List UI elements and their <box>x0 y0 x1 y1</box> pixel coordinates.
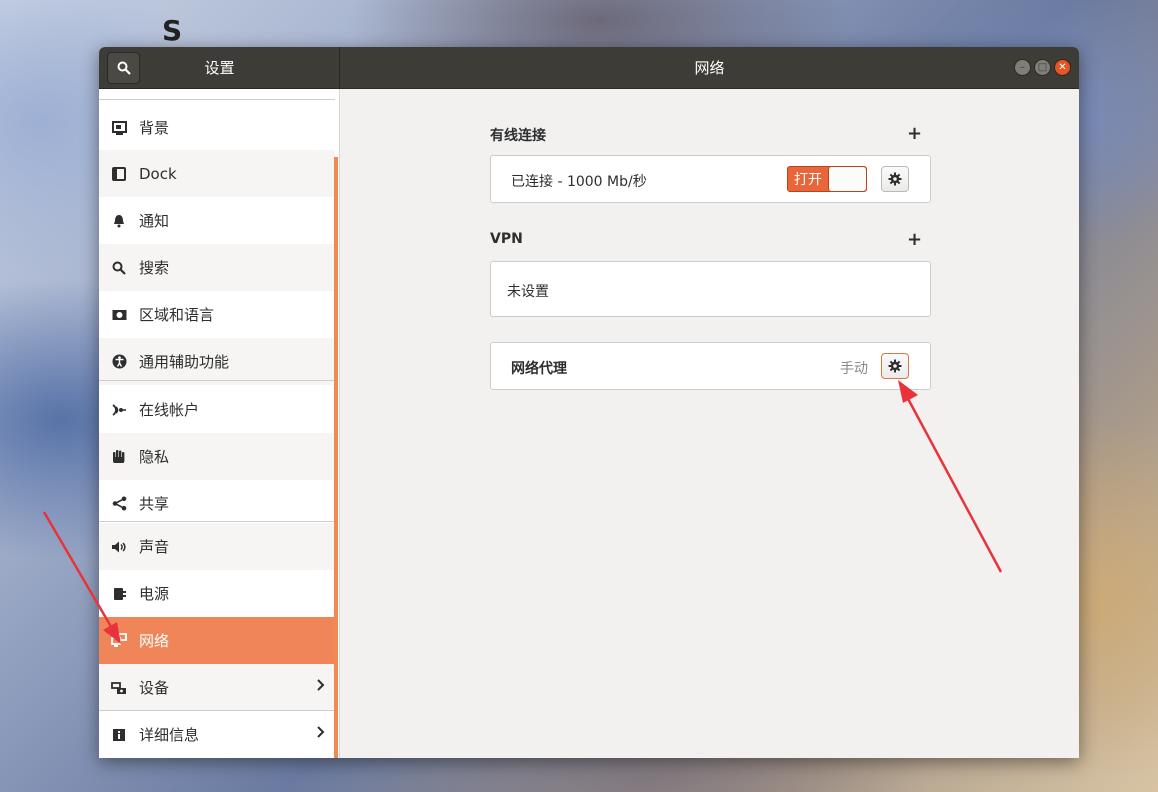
sidebar-item-label: 声音 <box>139 538 170 556</box>
divider <box>99 99 335 100</box>
sidebar-item-sharing[interactable]: 共享 <box>99 480 335 527</box>
sidebar-item-label: 设备 <box>139 679 170 697</box>
info-icon <box>111 727 127 743</box>
proxy-mode: 手动 <box>840 361 868 377</box>
proxy-title: 网络代理 <box>511 361 567 377</box>
online-accounts-icon <box>111 402 127 418</box>
proxy-card[interactable]: 网络代理 手动 <box>490 342 931 390</box>
sidebar-item-notifications[interactable]: 通知 <box>99 197 335 244</box>
sidebar-item-region[interactable]: 区域和语言 <box>99 291 335 338</box>
close-icon: ✕ <box>1058 61 1067 73</box>
maximize-icon: □ <box>1037 61 1048 73</box>
minimize-button[interactable]: – <box>1014 59 1031 76</box>
background-icon <box>111 120 127 136</box>
page-title: 网络 <box>694 59 725 77</box>
sidebar-item-label: 通用辅助功能 <box>139 353 230 371</box>
sidebar-title: 设置 <box>204 59 235 77</box>
sidebar-item-label: 搜索 <box>139 259 170 277</box>
divider <box>99 380 335 381</box>
title-bar: 设置 网络 – □ ✕ <box>99 47 1079 89</box>
sidebar-item-details[interactable]: 详细信息 <box>99 711 335 758</box>
sidebar-item-label: 详细信息 <box>139 726 200 744</box>
privacy-hand-icon <box>111 449 127 465</box>
settings-window: 设置 网络 – □ ✕ 背景 Dock 通知 搜索 区域和语言 通用辅助功能 在… <box>99 47 1079 758</box>
power-icon <box>111 586 127 602</box>
search-icon <box>111 260 127 276</box>
close-button[interactable]: ✕ <box>1054 59 1071 76</box>
chevron-right-icon <box>316 678 325 696</box>
sidebar-item-label: 通知 <box>139 212 170 230</box>
vpn-status: 未设置 <box>507 284 549 300</box>
network-icon <box>111 633 127 649</box>
sidebar-item-accessibility[interactable]: 通用辅助功能 <box>99 338 335 385</box>
window-controls: – □ ✕ <box>1014 59 1071 76</box>
bell-icon <box>111 213 127 229</box>
sidebar-item-sound[interactable]: 声音 <box>99 523 335 570</box>
chevron-right-icon <box>316 725 325 743</box>
gear-icon <box>888 172 902 186</box>
toggle-label: 打开 <box>794 172 822 188</box>
sidebar-item-online-accounts[interactable]: 在线帐户 <box>99 386 335 433</box>
vpn-section-title: VPN <box>490 231 523 247</box>
add-vpn-button[interactable]: + <box>907 229 922 250</box>
network-panel: 有线连接 + 已连接 - 1000 Mb/秒 打开 VPN + 未设置 网络代理… <box>341 89 1079 758</box>
divider <box>99 521 335 522</box>
minimize-icon: – <box>1020 61 1025 73</box>
wired-status: 已连接 - 1000 Mb/秒 <box>511 174 647 190</box>
dock-icon <box>111 166 127 182</box>
sidebar-item-label: 网络 <box>139 632 170 650</box>
share-icon <box>111 496 127 512</box>
sidebar-item-dock[interactable]: Dock <box>99 150 335 197</box>
sidebar-item-power[interactable]: 电源 <box>99 570 335 617</box>
wired-toggle-switch[interactable]: 打开 <box>787 166 867 192</box>
toggle-knob <box>828 167 866 191</box>
sidebar-item-label: Dock <box>139 164 177 183</box>
proxy-settings-button[interactable] <box>881 353 909 379</box>
add-wired-button[interactable]: + <box>907 123 922 144</box>
sidebar-item-search[interactable]: 搜索 <box>99 244 335 291</box>
sidebar-item-label: 在线帐户 <box>139 401 200 419</box>
speaker-icon <box>111 539 127 555</box>
wired-connection-card: 已连接 - 1000 Mb/秒 打开 <box>490 155 931 203</box>
sidebar-item-background[interactable]: 背景 <box>99 104 335 151</box>
devices-icon <box>111 680 127 696</box>
sidebar-item-label: 背景 <box>139 119 170 137</box>
sidebar-item-network[interactable]: 网络 <box>99 617 335 664</box>
sidebar-item-privacy[interactable]: 隐私 <box>99 433 335 480</box>
accessibility-icon <box>111 354 127 370</box>
sidebar-item-label: 电源 <box>139 585 170 603</box>
sidebar: 背景 Dock 通知 搜索 区域和语言 通用辅助功能 在线帐户 隐私 共享 声音… <box>99 89 340 758</box>
scrollbar[interactable] <box>334 157 338 758</box>
desktop-letter: S <box>162 14 183 47</box>
content-header: 网络 – □ ✕ <box>340 47 1079 88</box>
sidebar-item-devices[interactable]: 设备 <box>99 664 335 711</box>
sidebar-item-label: 区域和语言 <box>139 306 215 324</box>
sidebar-item-label: 共享 <box>139 495 170 513</box>
wired-section-title: 有线连接 <box>490 128 546 144</box>
region-icon <box>111 307 127 323</box>
gear-icon <box>888 359 902 373</box>
wired-settings-button[interactable] <box>881 166 909 192</box>
sidebar-header: 设置 <box>99 47 340 88</box>
maximize-button[interactable]: □ <box>1034 59 1051 76</box>
sidebar-item-label: 隐私 <box>139 448 170 466</box>
vpn-card: 未设置 <box>490 261 931 317</box>
